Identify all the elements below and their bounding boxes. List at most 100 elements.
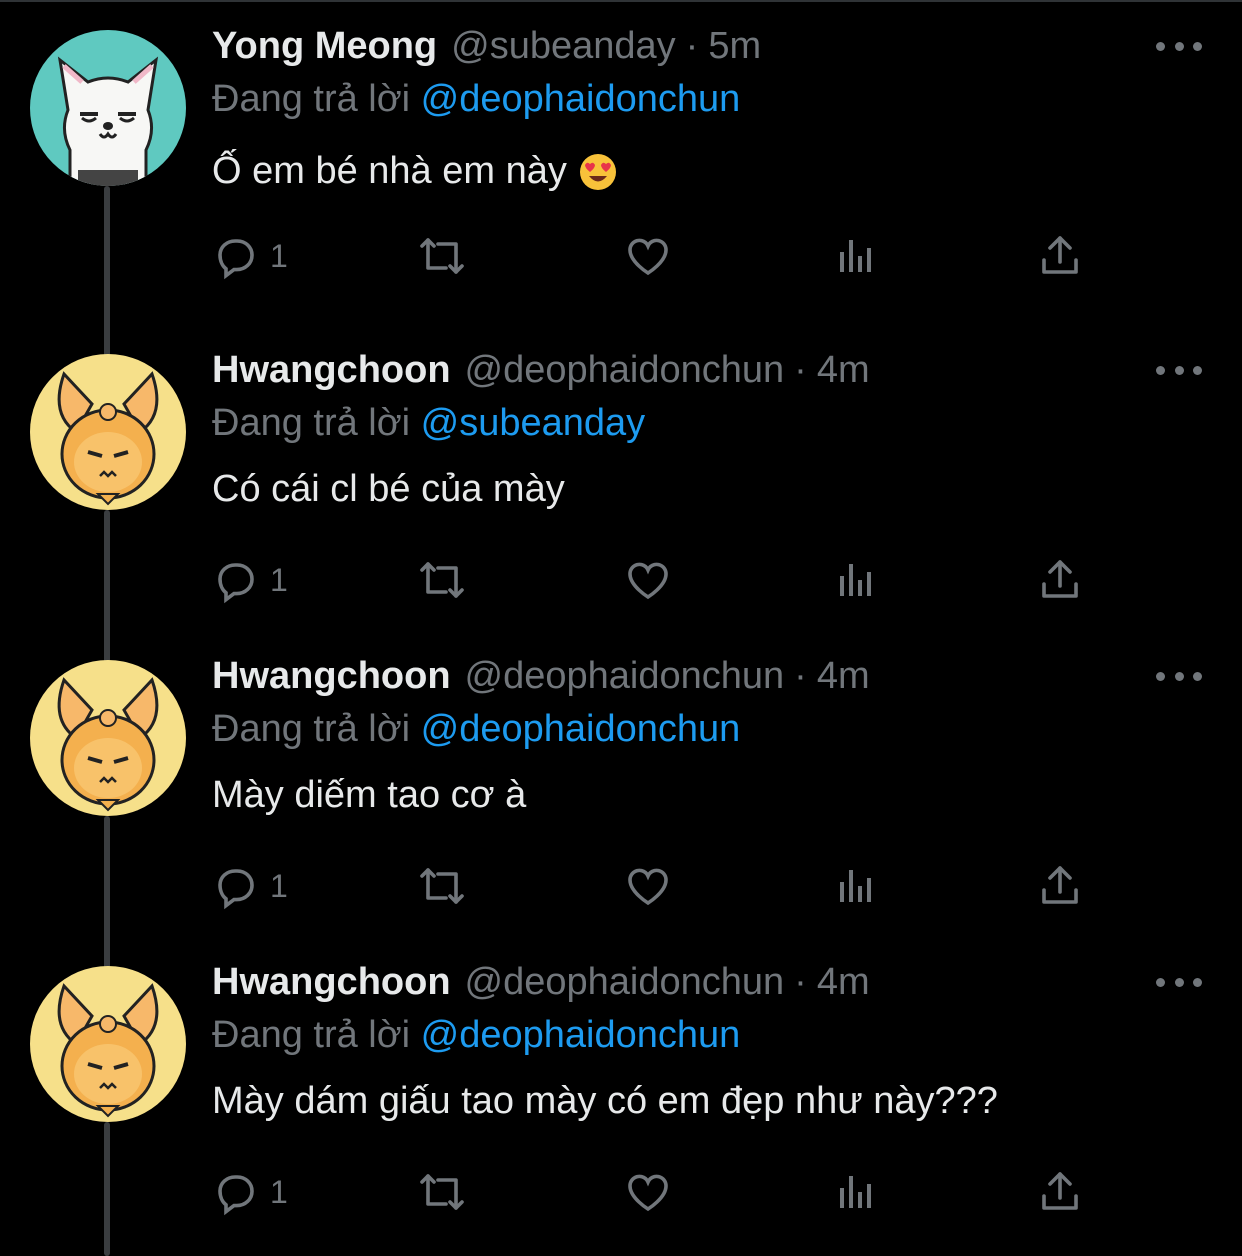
tweet[interactable]: Hwangchoon @deophaidonchun · 4m Đang trả… [0, 324, 1242, 630]
display-name[interactable]: Yong Meong [212, 25, 437, 68]
retweet-icon [420, 238, 464, 274]
replying-to-label: Đang trả lời [212, 1014, 411, 1056]
avatar[interactable] [30, 30, 186, 186]
reply-icon [218, 239, 254, 280]
bunny-hood-avatar [30, 660, 186, 816]
reply-button[interactable]: 1 [212, 858, 288, 914]
share-button[interactable] [1036, 552, 1084, 608]
reply-button[interactable]: 1 [212, 552, 288, 608]
tweet[interactable]: Hwangchoon @deophaidonchun · 4m Đang trả… [0, 630, 1242, 936]
bunny-hood-avatar [30, 966, 186, 1122]
retweet-icon [420, 562, 464, 598]
user-handle[interactable]: @deophaidonchun [465, 349, 785, 392]
replying-to-mention[interactable]: @deophaidonchun [421, 1014, 741, 1056]
share-icon [1042, 560, 1078, 598]
separator-dot: · [794, 960, 807, 1003]
tweet-actions: 1 [212, 552, 1112, 608]
tweet[interactable]: Hwangchoon @deophaidonchun · 4m Đang trả… [0, 936, 1242, 1242]
replying-to-mention[interactable]: @deophaidonchun [421, 78, 741, 120]
tweet-text-container: Mày dám giấu tao mày có em đẹp như này??… [212, 1080, 998, 1123]
replying-to-label: Đang trả lời [212, 78, 411, 120]
reply-count: 1 [270, 1173, 288, 1210]
replying-to-label: Đang trả lời [212, 402, 411, 444]
replying-to: Đang trả lời @deophaidonchun [212, 1014, 740, 1057]
replying-to-mention[interactable]: @deophaidonchun [421, 708, 741, 750]
avatar[interactable] [30, 660, 186, 816]
reply-button[interactable]: 1 [212, 1164, 288, 1220]
views-button[interactable] [832, 858, 880, 914]
views-button[interactable] [832, 228, 880, 284]
heart-icon [628, 238, 668, 276]
user-handle[interactable]: @deophaidonchun [465, 961, 785, 1004]
analytics-icon [840, 870, 871, 902]
user-handle[interactable]: @deophaidonchun [465, 655, 785, 698]
retweet-button[interactable] [416, 858, 468, 914]
separator-dot: · [794, 654, 807, 697]
user-handle[interactable]: @subeanday [451, 25, 676, 68]
more-options-icon[interactable] [1156, 972, 1202, 992]
like-button[interactable] [624, 228, 672, 284]
share-button[interactable] [1036, 858, 1084, 914]
replying-to-label: Đang trả lời [212, 708, 411, 750]
like-button[interactable] [624, 1164, 672, 1220]
retweet-button[interactable] [416, 228, 468, 284]
share-icon [1042, 236, 1078, 274]
tweet-actions: 1 [212, 1164, 1112, 1220]
tweet-actions: 1 [212, 858, 1112, 914]
heart-eyes-emoji [579, 153, 617, 191]
retweet-button[interactable] [416, 1164, 468, 1220]
tweet-text: Có cái cl bé của mày [212, 468, 565, 510]
replying-to-mention[interactable]: @subeanday [421, 402, 646, 444]
reply-icon [218, 563, 254, 604]
timestamp[interactable]: 4m [817, 349, 870, 392]
heart-icon [628, 1174, 668, 1212]
share-icon [1042, 1172, 1078, 1210]
reply-icon [218, 869, 254, 910]
reply-count: 1 [270, 561, 288, 598]
heart-icon [628, 562, 668, 600]
bunny-hood-avatar [30, 354, 186, 510]
analytics-icon [840, 240, 871, 272]
replying-to: Đang trả lời @deophaidonchun [212, 78, 740, 121]
views-button[interactable] [832, 1164, 880, 1220]
reply-icon [218, 1175, 254, 1216]
tweet[interactable]: Yong Meong @subeanday · 5m Đang trả lời … [0, 0, 1242, 306]
tweet-text-container: Mày diếm tao cơ à [212, 774, 526, 817]
reply-count: 1 [270, 237, 288, 274]
more-options-icon[interactable] [1156, 666, 1202, 686]
more-options-icon[interactable] [1156, 360, 1202, 380]
replying-to: Đang trả lời @subeanday [212, 402, 645, 445]
tweet-text: Mày diếm tao cơ à [212, 774, 527, 816]
tweet-text: Ố em bé nhà em này [212, 150, 567, 192]
retweet-icon [420, 868, 464, 904]
timestamp[interactable]: 5m [708, 25, 761, 68]
analytics-icon [840, 1176, 871, 1208]
retweet-button[interactable] [416, 552, 468, 608]
tweet-actions: 1 [212, 228, 1112, 284]
avatar[interactable] [30, 966, 186, 1122]
timestamp[interactable]: 4m [817, 961, 870, 1004]
display-name[interactable]: Hwangchoon [212, 655, 451, 698]
display-name[interactable]: Hwangchoon [212, 961, 451, 1004]
white-dog-avatar [30, 30, 186, 186]
like-button[interactable] [624, 552, 672, 608]
share-icon [1042, 866, 1078, 904]
timestamp[interactable]: 4m [817, 655, 870, 698]
retweet-icon [420, 1174, 464, 1210]
heart-icon [628, 868, 668, 906]
share-button[interactable] [1036, 228, 1084, 284]
reply-button[interactable]: 1 [212, 228, 288, 284]
display-name[interactable]: Hwangchoon [212, 349, 451, 392]
like-button[interactable] [624, 858, 672, 914]
tweet-text-container: Có cái cl bé của mày [212, 468, 565, 511]
views-button[interactable] [832, 552, 880, 608]
separator-dot: · [794, 348, 807, 391]
reply-count: 1 [270, 867, 288, 904]
share-button[interactable] [1036, 1164, 1084, 1220]
analytics-icon [840, 564, 871, 596]
tweet-text: Mày dám giấu tao mày có em đẹp như này??… [212, 1080, 998, 1122]
avatar[interactable] [30, 354, 186, 510]
tweet-text-container: Ố em bé nhà em này [212, 150, 617, 193]
replying-to: Đang trả lời @deophaidonchun [212, 708, 740, 751]
more-options-icon[interactable] [1156, 36, 1202, 56]
